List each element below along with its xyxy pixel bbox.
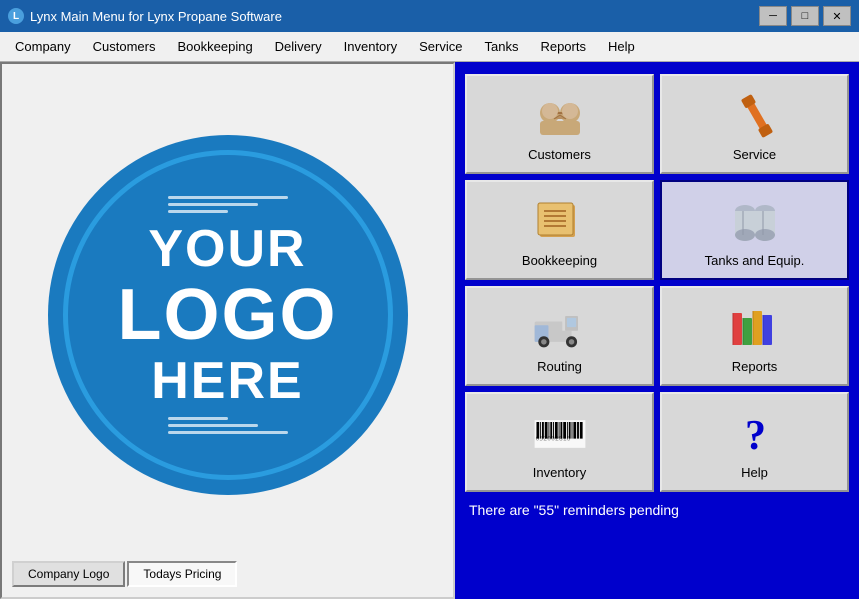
title-bar-controls: ─ □ ✕: [759, 6, 851, 26]
inventory-label: Inventory: [533, 465, 586, 480]
menu-customers[interactable]: Customers: [82, 34, 167, 59]
grid-btn-bookkeeping[interactable]: Bookkeeping: [465, 180, 654, 280]
bookkeeping-label: Bookkeeping: [522, 253, 597, 268]
menu-bookkeeping[interactable]: Bookkeeping: [167, 34, 264, 59]
minimize-button[interactable]: ─: [759, 6, 787, 26]
grid-btn-service[interactable]: Service: [660, 74, 849, 174]
logo-lines-top: [168, 196, 288, 213]
tanks-icon: [725, 194, 785, 249]
logo-text-logo: LOGO: [118, 279, 338, 351]
logo-line-6: [168, 431, 288, 434]
logo-text-here: HERE: [151, 355, 303, 407]
reports-icon: [725, 300, 785, 355]
logo-area: YOUR LOGO HERE: [12, 74, 443, 555]
logo-lines-bottom: [168, 417, 288, 434]
app-icon: L: [8, 8, 24, 24]
logo-line-5: [168, 424, 258, 427]
service-icon: [725, 88, 785, 143]
main-content: YOUR LOGO HERE Company Logo Todays Prici…: [0, 62, 859, 599]
grid-btn-tanks[interactable]: Tanks and Equip.: [660, 180, 849, 280]
grid-btn-reports[interactable]: Reports: [660, 286, 849, 386]
routing-label: Routing: [537, 359, 582, 374]
customers-label: Customers: [528, 147, 591, 162]
close-button[interactable]: ✕: [823, 6, 851, 26]
customers-icon: [530, 88, 590, 143]
reminders-text: There are "55" reminders pending: [465, 502, 849, 518]
bottom-tabs: Company Logo Todays Pricing: [12, 555, 443, 587]
inventory-icon: 052002816: [530, 406, 590, 461]
menu-service[interactable]: Service: [408, 34, 473, 59]
svg-text:?: ?: [745, 413, 766, 459]
menu-reports[interactable]: Reports: [529, 34, 597, 59]
help-label: Help: [741, 465, 768, 480]
service-label: Service: [733, 147, 776, 162]
logo-line-3: [168, 210, 228, 213]
reports-label: Reports: [732, 359, 778, 374]
menu-bar: Company Customers Bookkeeping Delivery I…: [0, 32, 859, 62]
grid-btn-help[interactable]: ? Help: [660, 392, 849, 492]
tab-company-logo[interactable]: Company Logo: [12, 561, 125, 587]
menu-tanks[interactable]: Tanks: [473, 34, 529, 59]
menu-inventory[interactable]: Inventory: [333, 34, 408, 59]
title-bar: L Lynx Main Menu for Lynx Propane Softwa…: [0, 0, 859, 32]
logo-line-1: [168, 196, 288, 199]
bookkeeping-icon: [530, 194, 590, 249]
help-icon: ?: [725, 406, 785, 461]
menu-company[interactable]: Company: [4, 34, 82, 59]
logo-line-4: [168, 417, 228, 420]
grid-buttons: Customers Service: [465, 74, 849, 492]
grid-btn-inventory[interactable]: 052002816: [465, 392, 654, 492]
title-bar-left: L Lynx Main Menu for Lynx Propane Softwa…: [8, 8, 282, 24]
app-title: Lynx Main Menu for Lynx Propane Software: [30, 9, 282, 24]
logo-line-2: [168, 203, 258, 206]
left-panel: YOUR LOGO HERE Company Logo Todays Prici…: [0, 62, 455, 599]
menu-delivery[interactable]: Delivery: [264, 34, 333, 59]
right-panel: Customers Service: [455, 62, 859, 599]
tanks-label: Tanks and Equip.: [705, 253, 805, 268]
grid-btn-customers[interactable]: Customers: [465, 74, 654, 174]
menu-help[interactable]: Help: [597, 34, 646, 59]
tab-todays-pricing[interactable]: Todays Pricing: [127, 561, 237, 587]
logo-circle-outer: YOUR LOGO HERE: [48, 135, 408, 495]
logo-circle-inner: YOUR LOGO HERE: [63, 150, 393, 480]
maximize-button[interactable]: □: [791, 6, 819, 26]
grid-btn-routing[interactable]: Routing: [465, 286, 654, 386]
logo-text-your: YOUR: [148, 223, 306, 275]
routing-icon: [530, 300, 590, 355]
